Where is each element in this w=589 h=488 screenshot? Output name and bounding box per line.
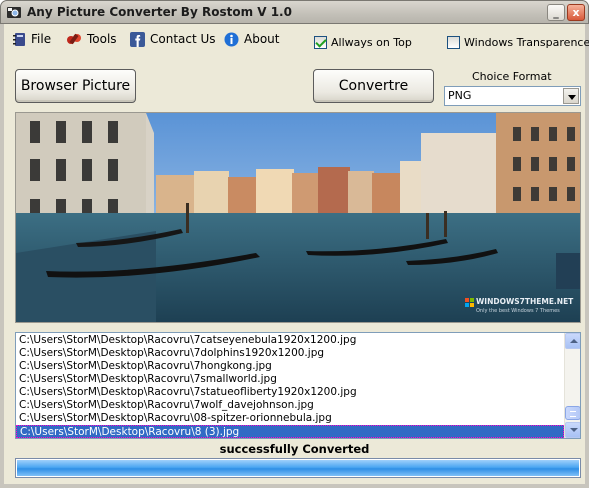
windows-transparence-checkbox[interactable] — [447, 36, 460, 49]
list-item[interactable]: C:\Users\StorM\Desktop\Racovru\7smallwor… — [16, 373, 564, 386]
progress-fill — [17, 460, 579, 476]
convert-button[interactable]: Convertre — [313, 69, 434, 103]
watermark-subtitle: Only the best Windows 7 Themes — [476, 308, 560, 314]
menu-contact[interactable]: Contact Us — [130, 30, 216, 48]
browse-picture-button[interactable]: Browser Picture — [15, 69, 136, 103]
list-item[interactable]: C:\Users\StorM\Desktop\Racovru\7wolf_dav… — [16, 399, 564, 412]
picture-preview: WINDOWS7THEME.NET Only the best Windows … — [15, 112, 581, 323]
list-item[interactable]: C:\Users\StorM\Desktop\Racovru\7statueof… — [16, 386, 564, 399]
venice-canal-image: WINDOWS7THEME.NET Only the best Windows … — [16, 113, 580, 322]
chevron-down-icon[interactable] — [563, 88, 579, 104]
window-frame-bottom — [0, 484, 589, 488]
list-item[interactable]: C:\Users\StorM\Desktop\Racovru\7hongkong… — [16, 360, 564, 373]
list-item[interactable]: C:\Users\StorM\Desktop\Racovru\7catseyen… — [16, 334, 564, 347]
client-area: File Tools Contact Us About Allways on T… — [4, 24, 589, 484]
window-frame-right — [585, 24, 589, 488]
close-button[interactable]: x — [567, 4, 585, 21]
camera-icon — [7, 7, 21, 18]
list-item[interactable]: C:\Users\StorM\Desktop\Racovru\8 (3).jpg — [16, 425, 564, 438]
facebook-icon — [130, 31, 145, 47]
always-on-top-option[interactable]: Allways on Top — [314, 36, 412, 49]
scroll-down-button[interactable] — [565, 422, 580, 438]
menu-file[interactable]: File — [13, 30, 51, 48]
vertical-scrollbar[interactable] — [564, 333, 580, 438]
minimize-button[interactable]: _ — [547, 4, 565, 21]
format-selected-value: PNG — [448, 89, 472, 102]
watermark-title: WINDOWS7THEME.NET — [476, 297, 574, 306]
file-listbox[interactable]: C:\Users\StorM\Desktop\Racovru\7catseyen… — [15, 332, 581, 439]
title-bar[interactable]: Any Picture Converter By Rostom V 1.0 _ … — [0, 0, 589, 24]
scroll-thumb[interactable] — [565, 406, 580, 420]
window-title: Any Picture Converter By Rostom V 1.0 — [27, 5, 292, 19]
menu-tools[interactable]: Tools — [66, 30, 117, 48]
tools-icon — [67, 33, 81, 44]
always-on-top-label: Allways on Top — [331, 36, 412, 49]
menu-contact-label: Contact Us — [150, 32, 216, 46]
windows-transparence-option[interactable]: Windows Transparence — [447, 36, 589, 49]
progress-bar — [15, 458, 581, 478]
menu-about[interactable]: About — [224, 30, 279, 48]
menu-file-label: File — [31, 32, 52, 46]
format-label: Choice Format — [472, 70, 552, 83]
info-icon — [224, 32, 239, 46]
format-select[interactable]: PNG — [444, 86, 581, 106]
app-window: Any Picture Converter By Rostom V 1.0 _ … — [0, 0, 589, 488]
scroll-up-button[interactable] — [565, 333, 580, 349]
always-on-top-checkbox[interactable] — [314, 36, 327, 49]
list-item[interactable]: C:\Users\StorM\Desktop\Racovru\08-spitze… — [16, 412, 564, 425]
menu-tools-label: Tools — [87, 32, 117, 46]
notebook-icon — [13, 32, 25, 46]
windows-transparence-label: Windows Transparence — [464, 36, 589, 49]
menu-about-label: About — [244, 32, 280, 46]
file-list: C:\Users\StorM\Desktop\Racovru\7catseyen… — [16, 333, 564, 438]
status-message: successfully Converted — [219, 442, 370, 456]
list-item[interactable]: C:\Users\StorM\Desktop\Racovru\7dolphins… — [16, 347, 564, 360]
